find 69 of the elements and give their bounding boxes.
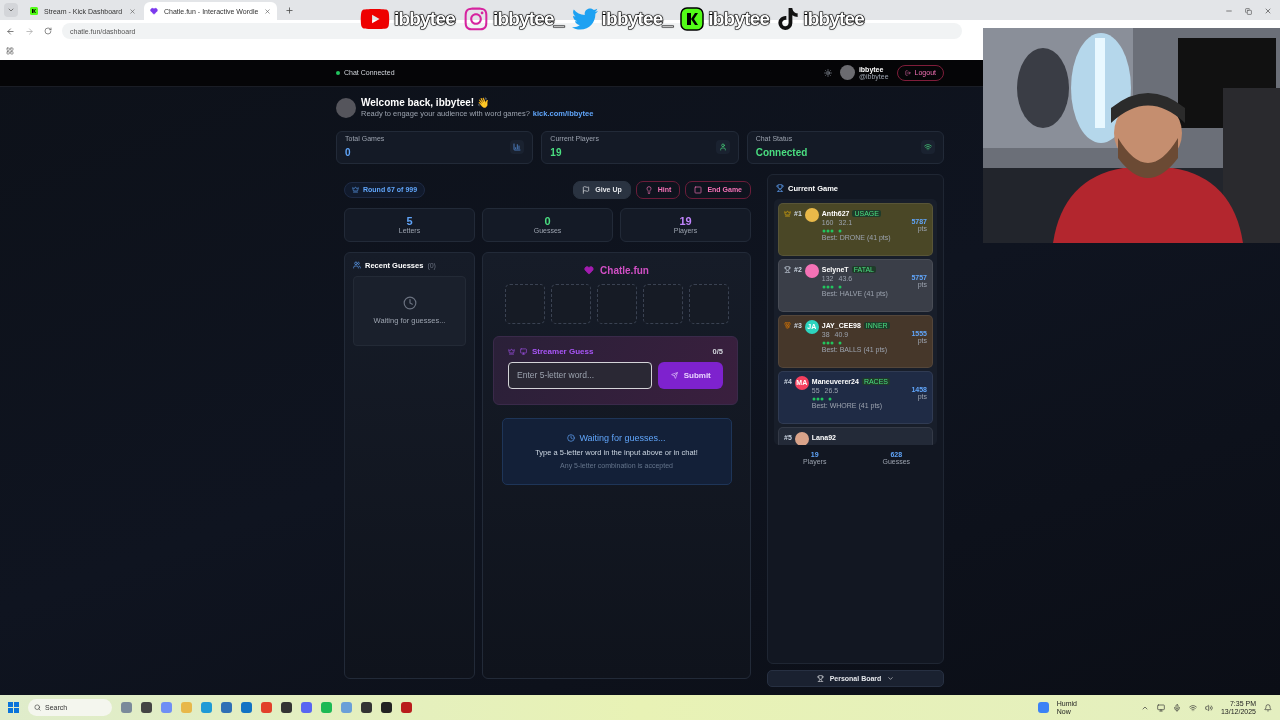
chevron-down-icon bbox=[7, 6, 15, 14]
trophy-icon bbox=[784, 265, 791, 273]
sun-icon[interactable] bbox=[823, 68, 832, 77]
flag-icon bbox=[582, 185, 591, 194]
wifi-icon bbox=[921, 140, 935, 155]
volume-icon[interactable] bbox=[1204, 703, 1213, 712]
stat-value: Connected bbox=[755, 146, 808, 158]
app-icon[interactable] bbox=[361, 702, 372, 713]
crown-icon bbox=[784, 209, 791, 217]
weather-icon bbox=[1037, 702, 1049, 713]
app-icon[interactable] bbox=[281, 702, 292, 713]
logout-icon bbox=[904, 69, 911, 76]
progress-dots-icon bbox=[821, 228, 844, 233]
windows-icon[interactable] bbox=[8, 702, 19, 713]
user-avatar bbox=[336, 97, 356, 118]
forward-icon[interactable] bbox=[25, 26, 34, 36]
progress-dots-icon bbox=[821, 340, 844, 345]
brand-name: Chatle.fun bbox=[600, 264, 649, 276]
apps-icon[interactable] bbox=[6, 47, 14, 55]
close-icon[interactable] bbox=[264, 7, 272, 15]
chevron-down-icon bbox=[887, 674, 895, 682]
wifi-icon[interactable] bbox=[1188, 703, 1197, 712]
submit-button[interactable]: Submit bbox=[658, 361, 723, 389]
monitor-icon[interactable] bbox=[1156, 703, 1165, 712]
close-icon[interactable] bbox=[1264, 7, 1272, 15]
tiktok-icon bbox=[777, 8, 800, 30]
mic-icon[interactable] bbox=[1172, 703, 1181, 712]
counter-value: 19 bbox=[679, 215, 692, 228]
users-icon bbox=[353, 261, 361, 270]
heart-icon bbox=[150, 7, 158, 15]
counter-value: 5 bbox=[406, 215, 413, 228]
chart-icon bbox=[510, 140, 525, 155]
heart-logo-icon bbox=[584, 265, 595, 276]
clock-icon bbox=[567, 434, 576, 443]
waiting-title: Waiting for guesses... bbox=[579, 433, 666, 444]
close-icon[interactable] bbox=[129, 7, 136, 15]
app-icon[interactable] bbox=[141, 702, 152, 713]
back-icon[interactable] bbox=[6, 26, 15, 36]
guess-title: Streamer Guess bbox=[532, 346, 594, 356]
kick-icon bbox=[30, 7, 38, 15]
user-avatar bbox=[839, 65, 855, 81]
restore-icon[interactable] bbox=[1245, 7, 1252, 15]
minimize-icon[interactable] bbox=[1225, 7, 1233, 15]
reload-icon[interactable] bbox=[44, 27, 52, 35]
trophy-icon bbox=[776, 184, 784, 193]
new-tab-icon[interactable] bbox=[285, 6, 295, 15]
monitor-icon bbox=[520, 347, 527, 355]
counter-value: 0 bbox=[544, 215, 551, 228]
kick-icon bbox=[680, 7, 705, 31]
instagram-icon bbox=[462, 6, 489, 32]
square-icon bbox=[694, 185, 703, 194]
app-icon[interactable] bbox=[381, 702, 392, 713]
bell-icon[interactable] bbox=[1264, 703, 1272, 712]
progress-dots-icon bbox=[811, 396, 834, 401]
guess-input[interactable]: Enter 5-letter word... bbox=[508, 361, 653, 389]
bird-icon bbox=[571, 6, 598, 32]
search-icon bbox=[34, 704, 41, 711]
lightbulb-icon bbox=[644, 185, 653, 194]
stat-value: 19 bbox=[550, 146, 562, 158]
progress-dots-icon bbox=[821, 284, 844, 289]
crown-icon bbox=[508, 347, 515, 355]
medal-icon bbox=[784, 321, 791, 329]
trophy-icon bbox=[816, 674, 824, 682]
crown-icon bbox=[352, 186, 359, 194]
stat-value: 0 bbox=[345, 146, 351, 158]
welcome-title: Welcome back, ibbytee! 👋 bbox=[361, 97, 490, 109]
clock-icon bbox=[402, 296, 417, 311]
send-icon bbox=[670, 371, 678, 379]
user-icon bbox=[715, 140, 730, 155]
